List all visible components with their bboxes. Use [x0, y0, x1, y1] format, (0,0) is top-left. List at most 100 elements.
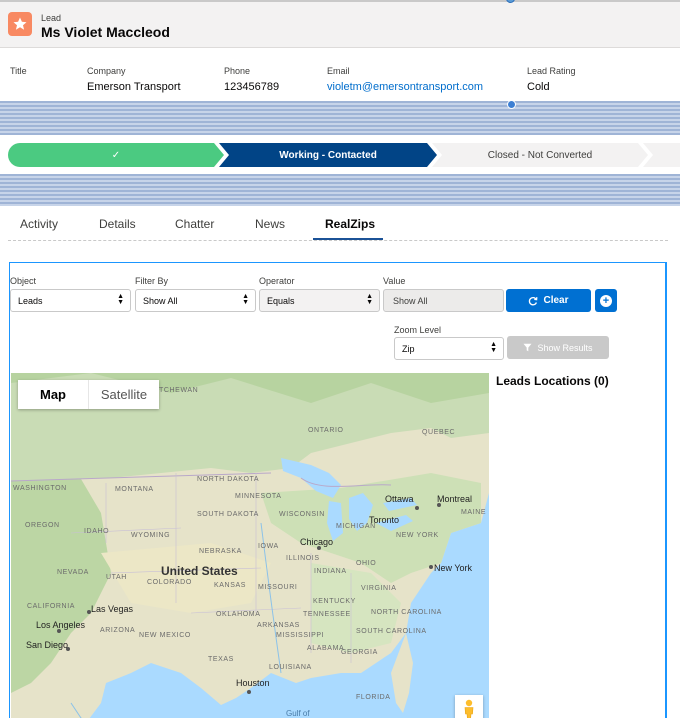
leads-map[interactable]: Map Satellite TCHEWAN ONTARIO QUEBEC WAS…: [11, 373, 489, 718]
region-label: LOUISIANA: [269, 664, 312, 671]
city-label: Las Vegas: [91, 604, 134, 614]
city-label: Los Angeles: [36, 620, 86, 630]
filter-by-label: Filter By: [135, 276, 169, 286]
tab-activity[interactable]: Activity: [20, 217, 58, 231]
sales-path: ✓ Working - Contacted Closed - Not Conve…: [0, 135, 680, 174]
updown-arrows-icon: ▲ ▼: [242, 293, 249, 306]
path-stage-working-contacted[interactable]: Working - Contacted: [219, 143, 437, 167]
field-title: Title: [10, 66, 27, 76]
tab-realzips[interactable]: RealZips: [325, 217, 375, 231]
pegman-icon: [464, 699, 474, 718]
region-label: KANSAS: [214, 582, 246, 589]
region-label: FLORIDA: [356, 694, 391, 701]
region-label: ARIZONA: [100, 627, 136, 634]
city-label: Houston: [236, 678, 270, 688]
region-label: MONTANA: [115, 486, 154, 493]
map-type-toggle: Map Satellite: [18, 380, 159, 409]
record-name: Ms Violet Maccleod: [41, 24, 170, 40]
realzips-panel: Object Leads ▲ ▼ Filter By Show All ▲ ▼ Op…: [9, 262, 667, 718]
updown-arrows-icon: ▲ ▼: [117, 293, 124, 306]
region-label: ILLINOIS: [286, 555, 320, 562]
region-label: GEORGIA: [341, 649, 378, 656]
map-terrain: [11, 373, 489, 718]
city-dot: [247, 690, 251, 694]
region-label: SOUTH CAROLINA: [356, 628, 427, 635]
water-label: Gulf of: [286, 709, 310, 718]
updown-arrows-icon: ▲ ▼: [366, 293, 373, 306]
region-label: NEW MEXICO: [139, 632, 191, 639]
city-label: Chicago: [300, 537, 334, 547]
field-company: Company Emerson Transport: [87, 66, 181, 93]
updown-arrows-icon: ▲ ▼: [490, 341, 497, 354]
region-label: OREGON: [25, 522, 60, 529]
city-label: San Diego: [26, 640, 69, 650]
drop-zone-band: [0, 101, 680, 135]
field-email: Email violetm@emersontransport.com: [327, 66, 484, 93]
city-label: Toronto: [369, 515, 400, 525]
region-label: MINNESOTA: [235, 493, 282, 500]
region-label: MISSISSIPPI: [276, 632, 325, 639]
region-label: NEBRASKA: [199, 548, 242, 555]
object-label: Object: [10, 276, 37, 286]
map-type-map-button[interactable]: Map: [18, 380, 89, 409]
record-tabs: Activity Details Chatter News RealZips: [0, 206, 680, 240]
path-stage-closed-not-converted[interactable]: Closed - Not Converted: [432, 143, 648, 167]
country-label: United States: [161, 564, 238, 578]
region-label: WYOMING: [131, 532, 171, 539]
region-label: SOUTH DAKOTA: [197, 511, 259, 518]
map-type-satellite-button[interactable]: Satellite: [89, 380, 159, 409]
filter-by-select[interactable]: Show All ▲ ▼: [135, 289, 256, 312]
region-label: IDAHO: [84, 528, 110, 535]
add-button[interactable]: +: [595, 289, 617, 312]
tab-chatter[interactable]: Chatter: [175, 217, 214, 231]
filter-funnel-icon: [523, 343, 532, 352]
region-label: OHIO: [356, 560, 377, 567]
city-label: Montreal: [437, 494, 473, 504]
leads-locations-heading: Leads Locations (0): [496, 374, 609, 388]
show-results-button[interactable]: Show Results: [507, 336, 609, 359]
path-stage-complete[interactable]: ✓: [8, 143, 224, 167]
zoom-level-label: Zoom Level: [394, 325, 442, 335]
region-label: NORTH CAROLINA: [371, 609, 442, 616]
region-label: KENTUCKY: [313, 598, 356, 605]
region-label: QUEBEC: [422, 429, 456, 436]
value-input[interactable]: Show All: [383, 289, 504, 312]
email-link[interactable]: violetm@emersontransport.com: [327, 81, 483, 93]
zoom-level-select[interactable]: Zip ▲ ▼: [394, 337, 504, 360]
band-handle-dot[interactable]: [507, 100, 516, 109]
region-label: TCHEWAN: [159, 387, 199, 394]
plus-icon: +: [600, 294, 612, 307]
region-label: MAINE: [461, 509, 487, 516]
region-label: VIRGINIA: [361, 585, 397, 592]
city-dot: [429, 565, 433, 569]
street-view-pegman-button[interactable]: [455, 695, 483, 718]
city-dot: [415, 506, 419, 510]
highlights-panel: Title Company Emerson Transport Phone 12…: [0, 49, 680, 101]
object-select[interactable]: Leads ▲ ▼: [10, 289, 131, 312]
region-label: OKLAHOMA: [216, 611, 261, 618]
region-label: NEVADA: [57, 569, 89, 576]
operator-select[interactable]: Equals ▲ ▼: [259, 289, 380, 312]
tab-details[interactable]: Details: [99, 217, 136, 231]
region-label: NEW YORK: [396, 532, 439, 539]
clear-button[interactable]: Clear: [506, 289, 591, 312]
field-phone: Phone 123456789: [224, 66, 280, 93]
city-label: New York: [434, 563, 473, 573]
region-label: INDIANA: [314, 568, 347, 575]
divider: [8, 240, 668, 241]
region-label: IOWA: [258, 543, 279, 550]
check-icon: ✓: [111, 149, 121, 161]
record-header: Lead Ms Violet Maccleod: [0, 0, 680, 48]
region-label: COLORADO: [147, 579, 192, 586]
region-label: UTAH: [106, 574, 127, 581]
path-stage-next[interactable]: [643, 143, 680, 167]
value-label: Value: [383, 276, 406, 286]
city-label: Ottawa: [385, 494, 414, 504]
field-lead-rating: Lead Rating Cold: [527, 66, 576, 93]
region-label: TENNESSEE: [303, 611, 351, 618]
region-label: ALABAMA: [307, 645, 345, 652]
region-label: TEXAS: [208, 656, 234, 663]
region-label: NORTH DAKOTA: [197, 476, 260, 483]
region-label: ONTARIO: [308, 427, 344, 434]
tab-news[interactable]: News: [255, 217, 285, 231]
